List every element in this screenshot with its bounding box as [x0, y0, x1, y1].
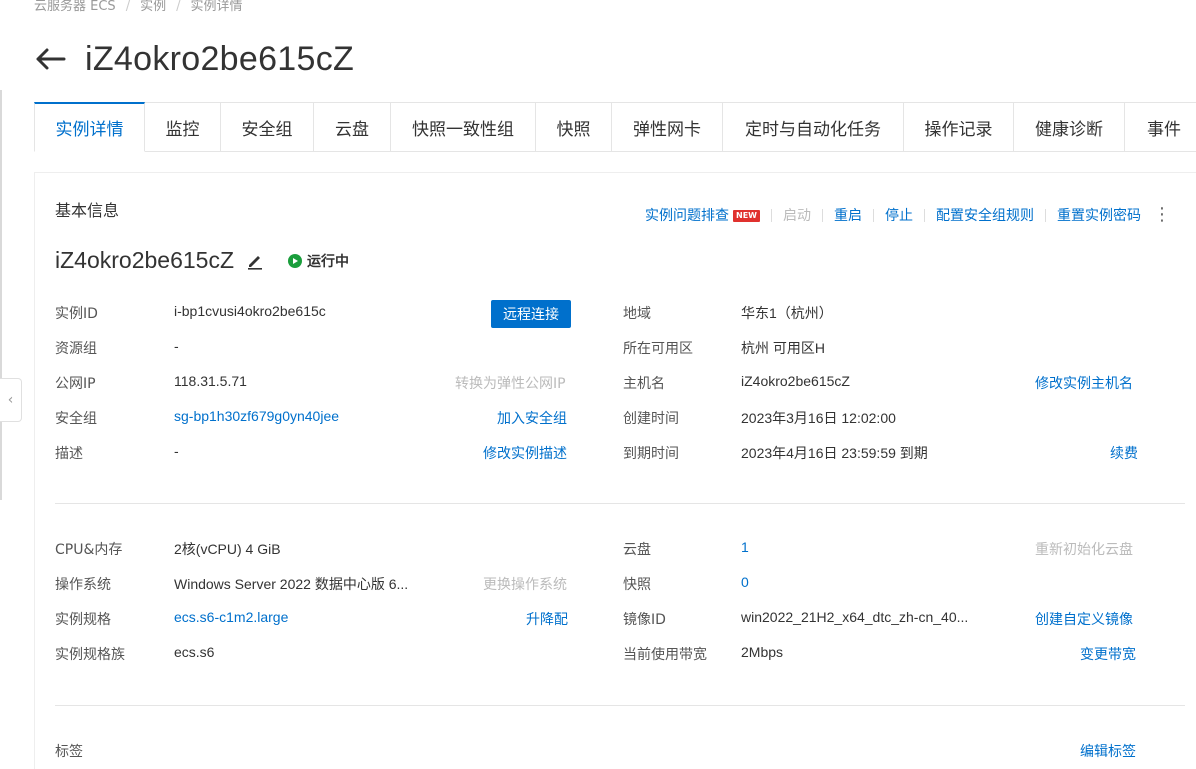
sidebar-collapse-handle[interactable]: ‹	[0, 378, 22, 422]
image-label: 镜像ID	[623, 612, 666, 628]
remote-connect-button[interactable]: 远程连接	[491, 300, 571, 328]
status-badge: 运行中	[288, 251, 349, 271]
stop-button[interactable]: 停止	[885, 205, 913, 225]
change-os-link: 更换操作系统	[483, 577, 567, 593]
start-button: 启动	[782, 208, 811, 224]
tab-disk[interactable]: 云盘	[314, 102, 391, 152]
expire-label: 到期时间	[623, 446, 679, 462]
zone-label: 所在可用区	[623, 341, 693, 357]
os-label: 操作系统	[55, 577, 111, 593]
resource-group-label: 资源组	[55, 341, 97, 357]
bandwidth-label: 当前使用带宽	[623, 647, 707, 663]
tab-snapshot-consistency-group[interactable]: 快照一致性组	[391, 102, 536, 152]
cpu-mem-label: CPU&内存	[55, 542, 123, 558]
disk-label: 云盘	[623, 542, 651, 558]
left-divider	[0, 90, 2, 500]
region-value: 华东1（杭州）	[741, 305, 833, 321]
status-text: 运行中	[307, 253, 349, 270]
security-group-label: 安全组	[55, 411, 97, 427]
troubleshoot-link[interactable]: 实例问题排查 NEW	[645, 205, 760, 225]
more-vertical-icon[interactable]: ⋮	[1153, 206, 1171, 224]
convert-eip-link: 转换为弹性公网IP	[455, 376, 566, 392]
instance-id-label: 实例ID	[55, 306, 98, 322]
chevron-left-icon: ‹	[7, 392, 14, 408]
renew-link[interactable]: 续费	[1110, 443, 1138, 463]
snapshot-label: 快照	[623, 577, 651, 593]
disk-count-link[interactable]: 1	[741, 539, 749, 555]
bandwidth-value: 2Mbps	[741, 644, 784, 660]
region-label: 地域	[623, 306, 651, 322]
tab-health-diagnosis[interactable]: 健康诊断	[1014, 102, 1125, 152]
tab-instance-detail[interactable]: 实例详情	[34, 102, 145, 152]
created-value: 2023年3月16日 12:02:00	[741, 410, 896, 426]
os-value: Windows Server 2022 数据中心版 6...	[174, 576, 409, 592]
family-value: ecs.s6	[174, 644, 215, 660]
breadcrumb: 云服务器 ECS / 实例 / 实例详情	[34, 0, 243, 14]
family-label: 实例规格族	[55, 647, 125, 663]
create-image-link[interactable]: 创建自定义镜像	[1035, 609, 1133, 629]
cpu-mem-value: 2核(vCPU) 4 GiB	[174, 541, 281, 557]
edit-tags-link[interactable]: 编辑标签	[1080, 741, 1136, 761]
tab-monitoring[interactable]: 监控	[145, 102, 221, 152]
security-group-link[interactable]: sg-bp1h30zf679g0yn40jee	[174, 408, 339, 424]
description-label: 描述	[55, 446, 83, 462]
upgrade-link[interactable]: 升降配	[526, 609, 568, 629]
breadcrumb-item-detail: 实例详情	[190, 0, 243, 14]
section-title: 基本信息	[55, 201, 120, 220]
tab-snapshot[interactable]: 快照	[536, 102, 612, 152]
tab-operation-log[interactable]: 操作记录	[904, 102, 1014, 152]
breadcrumb-item-instances[interactable]: 实例	[140, 0, 166, 14]
edit-pencil-icon[interactable]	[246, 252, 264, 270]
expire-value: 2023年4月16日 23:59:59 到期	[741, 445, 928, 461]
new-badge: NEW	[733, 210, 760, 222]
change-bandwidth-link[interactable]: 变更带宽	[1080, 644, 1136, 664]
spec-link[interactable]: ecs.s6-c1m2.large	[174, 609, 288, 625]
tags-label: 标签	[55, 744, 83, 760]
public-ip-value: 118.31.5.71	[174, 373, 247, 389]
join-security-group-link[interactable]: 加入安全组	[497, 408, 567, 428]
tab-scheduled-tasks[interactable]: 定时与自动化任务	[723, 102, 904, 152]
instance-id-value: i-bp1cvusi4okro2be615c	[174, 303, 326, 319]
breadcrumb-item-ecs[interactable]: 云服务器 ECS	[34, 0, 116, 14]
action-bar: 实例问题排查 NEW 启动 重启 停止 配置安全组规则 重置实例密码 ⋮	[645, 205, 1171, 225]
image-value: win2022_21H2_x64_dtc_zh-cn_40...	[741, 609, 969, 625]
back-arrow-icon[interactable]	[34, 44, 68, 74]
public-ip-label: 公网IP	[55, 376, 96, 392]
description-value: -	[174, 443, 179, 459]
hostname-value: iZ4okro2be615cZ	[741, 373, 850, 389]
reinit-disk-link: 重新初始化云盘	[1035, 542, 1133, 558]
tab-eni[interactable]: 弹性网卡	[612, 102, 723, 152]
divider	[55, 705, 1185, 706]
snapshot-count-link[interactable]: 0	[741, 574, 749, 590]
instance-name-row: iZ4okro2be615cZ 运行中	[55, 247, 349, 274]
reset-password-link[interactable]: 重置实例密码	[1057, 205, 1141, 225]
tab-bar: 实例详情 监控 安全组 云盘 快照一致性组 快照 弹性网卡 定时与自动化任务 操…	[34, 102, 1196, 152]
zone-value: 杭州 可用区H	[741, 340, 825, 356]
created-label: 创建时间	[623, 411, 679, 427]
title-row: iZ4okro2be615cZ	[34, 38, 354, 80]
basic-info-panel: 基本信息 实例问题排查 NEW 启动 重启 停止 配置安全组规则 重置实例密码 ⋮…	[34, 172, 1196, 769]
tab-security-group[interactable]: 安全组	[221, 102, 314, 152]
page-title: iZ4okro2be615cZ	[85, 39, 355, 78]
resource-group-value: -	[174, 338, 179, 354]
edit-hostname-link[interactable]: 修改实例主机名	[1035, 373, 1133, 393]
instance-name: iZ4okro2be615cZ	[55, 247, 234, 273]
config-sg-rules-link[interactable]: 配置安全组规则	[936, 205, 1034, 225]
edit-description-link[interactable]: 修改实例描述	[483, 443, 567, 463]
spec-label: 实例规格	[55, 612, 111, 628]
running-play-icon	[288, 253, 302, 268]
divider	[55, 503, 1185, 504]
restart-button[interactable]: 重启	[834, 205, 862, 225]
tab-events[interactable]: 事件	[1125, 102, 1196, 152]
hostname-label: 主机名	[623, 376, 665, 392]
